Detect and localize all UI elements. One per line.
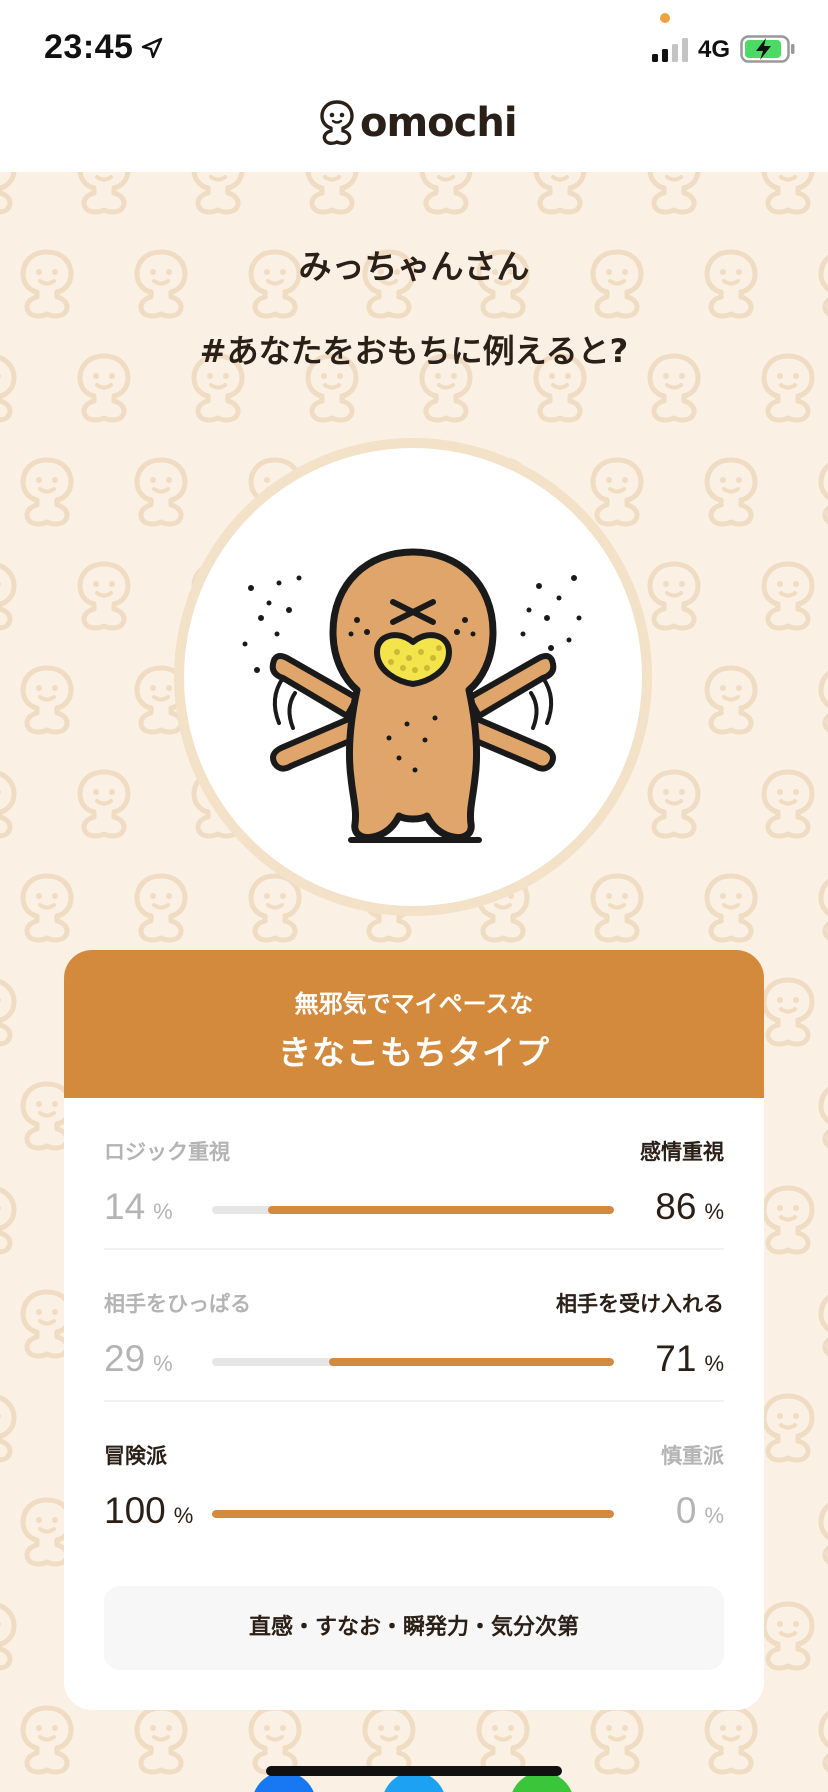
metric-divider (104, 1400, 724, 1402)
battery-charging-icon (740, 35, 795, 63)
metric-left-value: 14% (104, 1186, 173, 1227)
metric-right-value: 71% (655, 1338, 724, 1379)
metric-left-value: 29% (104, 1338, 173, 1379)
location-arrow-icon (141, 37, 163, 59)
metric-bar-track (212, 1510, 614, 1518)
result-question: #あなたをおもちに例えると? (199, 332, 629, 370)
metric-left-value: 100% (104, 1490, 194, 1531)
metric-bar-fill (212, 1510, 614, 1518)
metric-bar-fill (328, 1358, 614, 1366)
metric-right-value: 86% (655, 1186, 724, 1227)
mochi-logo-icon (320, 100, 354, 146)
home-indicator[interactable] (266, 1766, 562, 1776)
metric-right-label: 感情重視 (640, 1140, 724, 1164)
metric-left-label: 相手をひっぱる (104, 1292, 251, 1316)
result-card-header: 無邪気でマイペースな きなこもちタイプ (64, 950, 764, 1098)
type-name: きなこもちタイプ (278, 1033, 550, 1072)
type-subtitle: 無邪気でマイペースな (294, 990, 534, 1018)
metric-bar-fill (268, 1206, 614, 1214)
metric-adventure-careful: 冒険派 慎重派 100% 0% (104, 1440, 724, 1592)
metric-divider (104, 1248, 724, 1250)
result-card: 無邪気でマイペースな きなこもちタイプ ロジック重視 感情重視 14% 86% … (64, 950, 764, 1710)
metric-right-value: 0% (675, 1490, 724, 1531)
metric-right-label: 慎重派 (661, 1444, 724, 1468)
privacy-indicator-dot (660, 13, 670, 23)
user-name: みっちゃんさん (298, 247, 530, 286)
omochi-logo[interactable]: omochi (318, 98, 518, 148)
metric-logic-emotion: ロジック重視 感情重視 14% 86% (104, 1136, 724, 1288)
network-type: 4G (698, 36, 731, 63)
status-bar: 23:45 4G (0, 0, 828, 98)
metric-bar-track (212, 1358, 614, 1366)
logo-text: omochi (360, 100, 518, 146)
metric-bar-track (212, 1206, 614, 1214)
kinako-mochi-character-illustration (242, 548, 582, 843)
character-avatar-circle (184, 448, 642, 906)
status-time: 23:45 (44, 28, 134, 66)
traits-box: 直感・すなお・瞬発力・気分次第 (104, 1586, 724, 1670)
signal-bars-icon (652, 38, 688, 62)
metric-right-label: 相手を受け入れる (556, 1292, 724, 1316)
metric-lead-accept: 相手をひっぱる 相手を受け入れる 29% 71% (104, 1288, 724, 1440)
character-avatar (174, 438, 652, 916)
app-header: omochi (0, 98, 828, 172)
metric-left-label: 冒険派 (104, 1444, 167, 1468)
traits-text: 直感・すなお・瞬発力・気分次第 (248, 1615, 579, 1640)
metric-left-label: ロジック重視 (104, 1140, 230, 1164)
